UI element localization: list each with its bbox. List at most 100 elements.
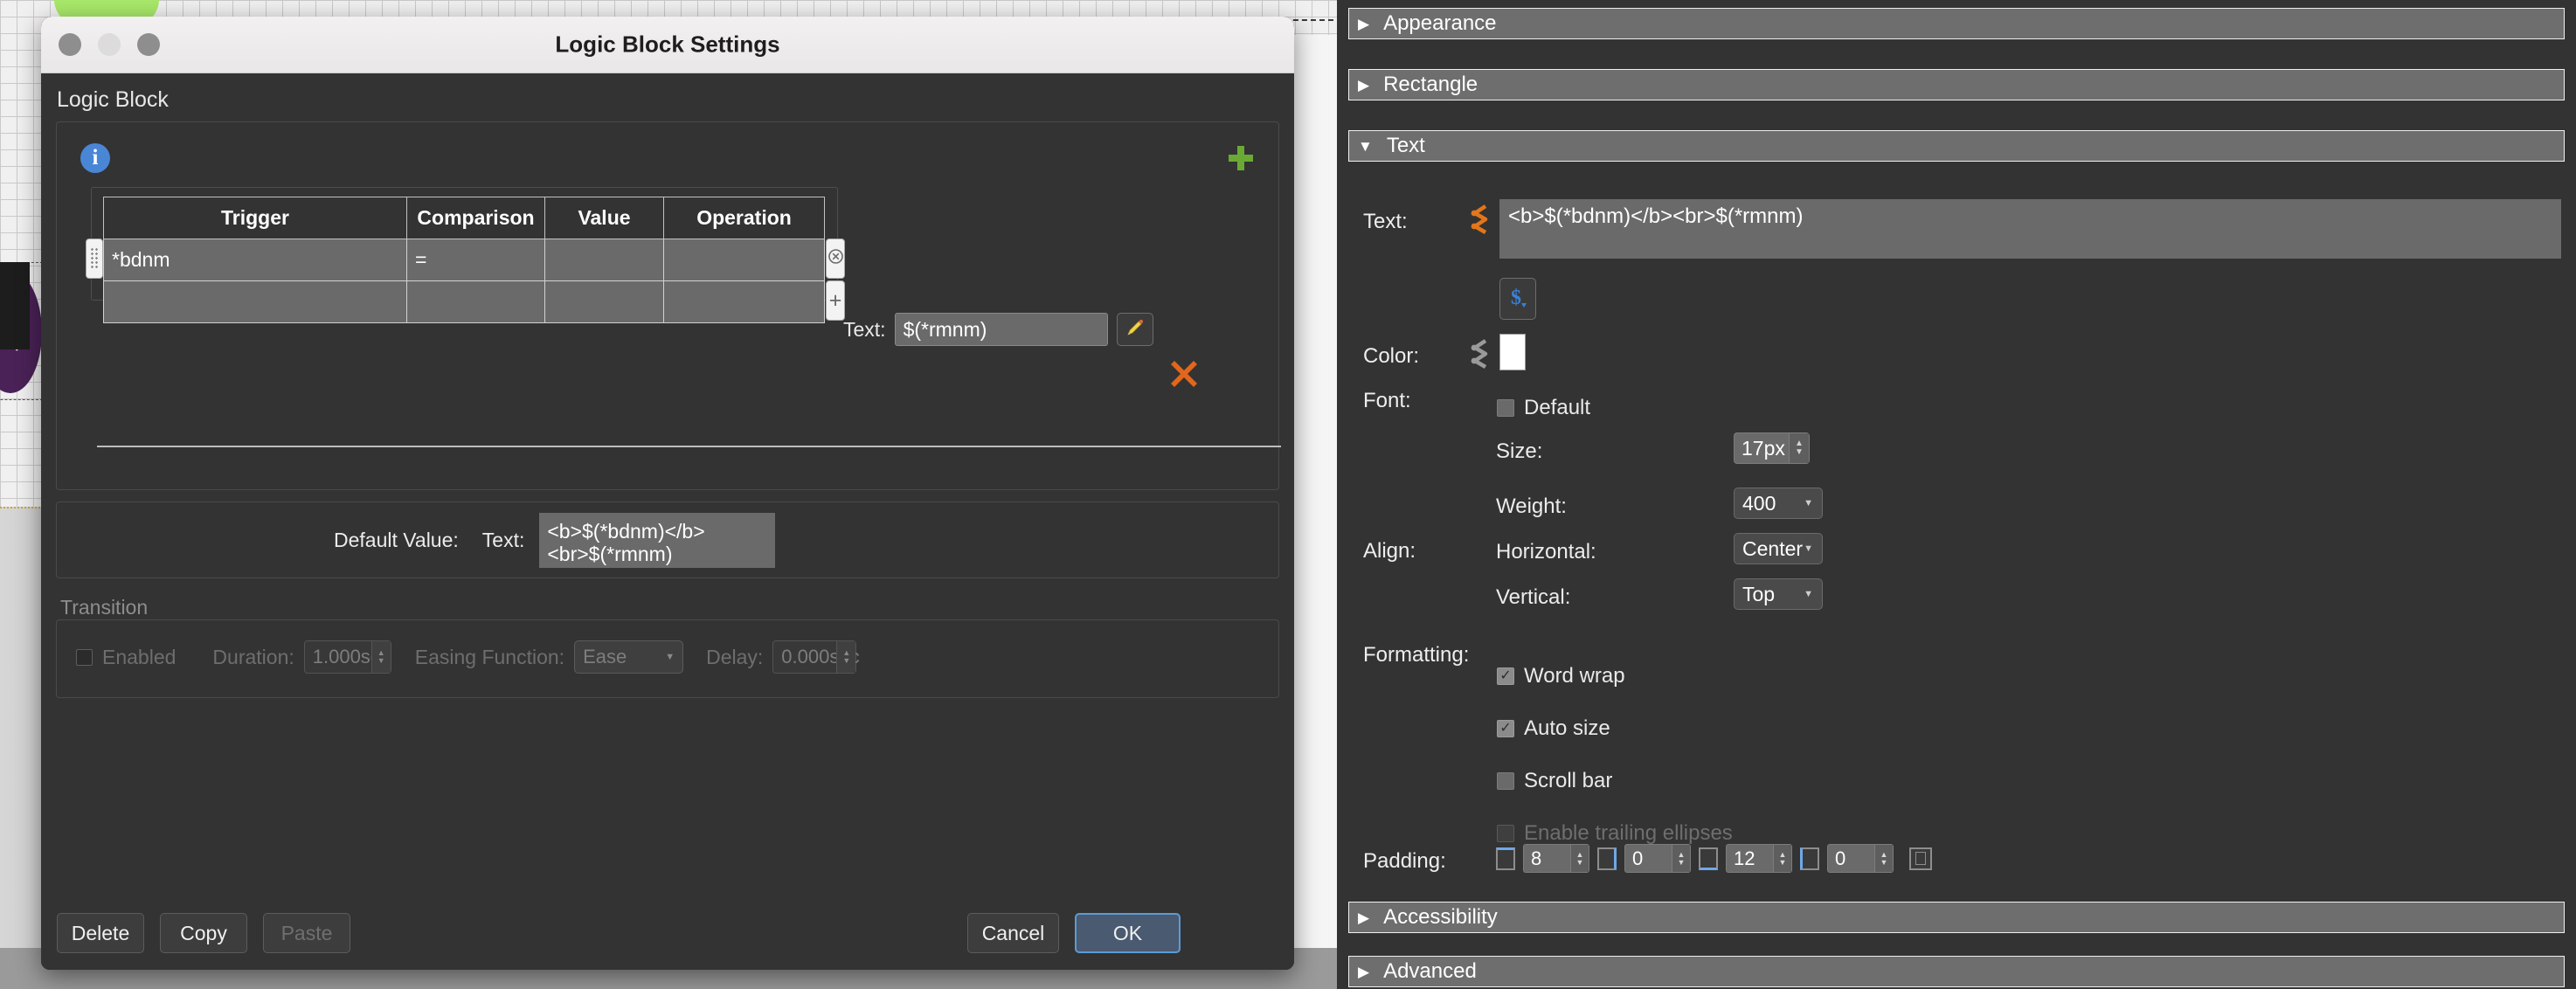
column-header-trigger: Trigger [103, 197, 407, 239]
padding-bottom-icon [1699, 847, 1718, 870]
formatting-word-wrap-row: Word wrap [1497, 664, 1625, 688]
scroll-bar-checkbox[interactable] [1497, 772, 1514, 790]
chevron-right-icon: ▶ [1358, 15, 1370, 32]
padding-bottom-input[interactable]: 12 ▲ ▼ [1726, 844, 1792, 873]
transition-title: Transition [60, 596, 149, 619]
accordion-text[interactable]: ▼ Text [1348, 130, 2565, 162]
font-default-label: Default [1524, 396, 1591, 419]
scroll-bar-label: Scroll bar [1524, 769, 1613, 792]
font-size-input[interactable]: 17px ▲ ▼ [1734, 432, 1810, 464]
align-vertical-value: Top [1742, 582, 1776, 605]
delay-label: Delay: [706, 645, 764, 668]
table-row[interactable]: *bdnm = [103, 239, 825, 281]
padding-right-stepper[interactable]: ▲ ▼ [1672, 845, 1690, 872]
row-add-button[interactable]: + [826, 280, 845, 321]
duration-input[interactable]: 1.000sec ▲ ▼ [303, 640, 391, 674]
cell-trigger[interactable]: *bdnm [103, 239, 407, 281]
canvas-dark-strip [0, 262, 30, 349]
accordion-appearance[interactable]: ▶ Appearance [1348, 8, 2565, 39]
section-label: Logic Block [57, 87, 169, 112]
cell-operation[interactable] [663, 239, 825, 281]
padding-all-icon[interactable] [1909, 847, 1932, 870]
padding-left-input[interactable]: 0 ▲ ▼ [1827, 844, 1894, 873]
cell-value[interactable] [544, 239, 664, 281]
accordion-accessibility[interactable]: ▶ Accessibility [1348, 902, 2565, 933]
cancel-button[interactable]: Cancel [967, 913, 1059, 953]
padding-top-stepper[interactable]: ▲ ▼ [1570, 845, 1589, 872]
font-default-row: Default [1497, 396, 1590, 420]
cell-operation[interactable] [663, 280, 825, 323]
column-header-operation: Operation [663, 197, 825, 239]
panel-divider [97, 446, 1281, 447]
chevron-right-icon: ▶ [1358, 909, 1370, 926]
align-vertical-select[interactable]: Top [1734, 578, 1823, 610]
ok-button[interactable]: OK [1075, 913, 1181, 953]
word-wrap-checkbox[interactable] [1497, 667, 1514, 685]
row-drag-handle[interactable] [86, 239, 103, 279]
accordion-text-label: Text [1386, 134, 1425, 157]
duration-stepper[interactable]: ▲ ▼ [370, 641, 391, 673]
default-value-panel: Default Value: Text: <b>$(*bdnm)</b><br>… [56, 501, 1279, 578]
paste-button: Paste [263, 913, 350, 953]
cell-value[interactable] [544, 280, 664, 323]
rule-text-input[interactable]: $(*rmnm) [894, 313, 1108, 346]
font-weight-label: Weight: [1496, 494, 1567, 518]
delay-input[interactable]: 0.000sec ▲ ▼ [772, 640, 860, 674]
delay-stepper[interactable]: ▲ ▼ [836, 641, 856, 673]
padding-bottom-stepper[interactable]: ▲ ▼ [1773, 845, 1791, 872]
font-weight-select[interactable]: 400 [1734, 488, 1823, 519]
text-field-label: Text: [1363, 210, 1408, 233]
logic-table: Trigger Comparison Value Operation *bdnm… [103, 197, 825, 323]
transition-enabled-checkbox[interactable] [76, 648, 93, 666]
delete-rule-button[interactable] [1168, 358, 1200, 390]
padding-top-icon [1496, 847, 1515, 870]
color-swatch[interactable] [1499, 334, 1526, 370]
cell-trigger[interactable] [103, 280, 407, 323]
easing-label: Easing Function: [414, 645, 565, 668]
easing-select[interactable]: Ease [574, 640, 684, 674]
font-default-checkbox[interactable] [1497, 399, 1514, 417]
padding-right-value: 0 [1632, 847, 1644, 869]
dollar-icon: $ [1507, 284, 1528, 315]
auto-size-checkbox[interactable] [1497, 720, 1514, 737]
info-icon[interactable]: i [80, 143, 110, 173]
dialog-title: Logic Block Settings [555, 31, 780, 58]
padding-row: 8 ▲ ▼ 0 ▲ ▼ 12 ▲ ▼ 0 ▲ ▼ [1496, 844, 1932, 873]
accordion-rectangle[interactable]: ▶ Rectangle [1348, 69, 2565, 100]
padding-top-input[interactable]: 8 ▲ ▼ [1523, 844, 1589, 873]
row-remove-button[interactable] [826, 239, 845, 279]
rule-text-row: Text: $(*rmnm) [843, 313, 1153, 346]
circle-x-icon [828, 249, 843, 268]
auto-size-label: Auto size [1524, 716, 1610, 740]
link-orange-icon[interactable] [1466, 203, 1491, 236]
formatting-label: Formatting: [1363, 643, 1470, 667]
default-value-input[interactable]: <b>$(*bdnm)</b><br>$(*rmnm) [539, 513, 776, 568]
align-horizontal-value: Center [1742, 536, 1804, 560]
padding-bottom-value: 12 [1734, 847, 1755, 869]
chevron-right-icon: ▶ [1358, 963, 1370, 980]
align-horizontal-label: Horizontal: [1496, 540, 1596, 564]
add-rule-button[interactable] [1224, 142, 1257, 175]
chevron-right-icon: ▶ [1358, 76, 1370, 93]
default-value-row: Default Value: Text: <b>$(*bdnm)</b><br>… [57, 513, 1278, 568]
padding-right-input[interactable]: 0 ▲ ▼ [1624, 844, 1691, 873]
insert-variable-button[interactable]: $ [1499, 278, 1536, 320]
copy-button[interactable]: Copy [160, 913, 247, 953]
logic-rules-panel: i Trigger Comparison Value Operation *bd… [56, 121, 1281, 490]
accordion-advanced[interactable]: ▶ Advanced [1348, 956, 2565, 987]
pencil-icon [1125, 318, 1145, 342]
text-value-input[interactable]: <b>$(*bdnm)</b><br>$(*rmnm) [1499, 199, 2561, 259]
cell-comparison[interactable] [406, 280, 545, 323]
accordion-rectangle-label: Rectangle [1383, 73, 1478, 96]
table-row[interactable] [103, 280, 825, 323]
padding-left-stepper[interactable]: ▲ ▼ [1874, 845, 1893, 872]
table-header-row: Trigger Comparison Value Operation [103, 197, 825, 239]
cell-comparison[interactable]: = [406, 239, 545, 281]
font-size-stepper[interactable]: ▲ ▼ [1789, 433, 1809, 463]
align-horizontal-select[interactable]: Center [1734, 533, 1823, 564]
delete-button[interactable]: Delete [57, 913, 144, 953]
default-value-label: Default Value: [334, 529, 459, 551]
rule-text-edit-button[interactable] [1116, 313, 1153, 346]
link-gray-icon[interactable] [1466, 337, 1491, 370]
font-size-label: Size: [1496, 439, 1543, 463]
